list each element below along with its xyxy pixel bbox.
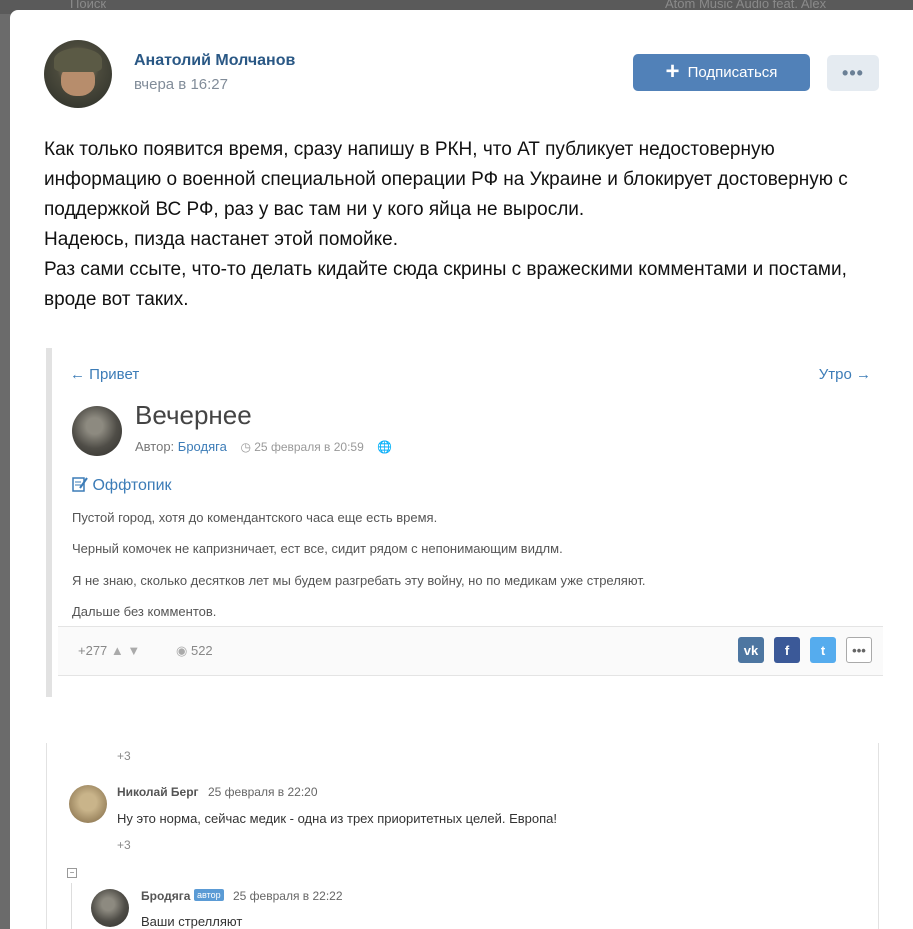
facebook-share-icon: f xyxy=(774,637,800,663)
post-paragraph: Раз сами ссыте, что-то делать кидайте сю… xyxy=(44,259,847,310)
article-author-prefix: Автор: xyxy=(135,439,175,454)
post-author-name[interactable]: Анатолий Молчанов xyxy=(134,52,295,70)
next-post-link: Утро → xyxy=(818,366,871,383)
post-timestamp[interactable]: вчера в 16:27 xyxy=(134,76,228,93)
vk-share-icon: vk xyxy=(738,637,764,663)
article-line: Дальше без комментов. xyxy=(72,604,217,619)
article-line: Я не знаю, сколько десятков лет мы будем… xyxy=(72,573,646,588)
comment-text: Ну это норма, сейчас медик - одна из тре… xyxy=(117,811,557,826)
article-author-avatar xyxy=(72,406,122,456)
subscribe-label: Подписаться xyxy=(687,64,778,81)
post-text: Как только появится время, сразу напишу … xyxy=(44,135,884,315)
article-views-count: 522 xyxy=(190,643,213,658)
comment-avatar xyxy=(69,785,107,823)
article-line: Пустой город, хотя до комендантского час… xyxy=(72,510,438,525)
comment-avatar xyxy=(91,889,129,927)
comment-author: Николай Берг xyxy=(117,785,199,799)
globe-icon: 🌐 xyxy=(377,440,393,454)
plus-icon: + xyxy=(665,57,680,85)
comment-text: Ваши стрелляют xyxy=(141,914,243,929)
article-meta: Автор: Бродяга ◷ 25 февраля в 20:59 🌐 xyxy=(135,439,392,454)
thumbs-up-icon: ▲ xyxy=(110,643,124,658)
article-title: Вечернее xyxy=(135,400,252,430)
article-date: ◷ 25 февраля в 20:59 xyxy=(240,440,364,454)
thread-line xyxy=(71,883,72,929)
post-paragraph: Как только появится время, сразу напишу … xyxy=(44,139,848,220)
article-line: Черный комочек не капризничает, ест все,… xyxy=(72,541,563,556)
comment-score: +3 xyxy=(117,838,131,852)
author-badge: автор xyxy=(194,889,224,901)
article-score: +277 ▲ ▼ xyxy=(78,643,140,658)
article-category-label: Оффтопик xyxy=(92,477,172,494)
comment-date: 25 февраля в 22:20 xyxy=(208,785,318,799)
collapse-thread-icon: − xyxy=(67,868,77,878)
attached-screenshot-article[interactable]: ← Привет Утро → Вечернее Автор: Бродяга … xyxy=(46,348,883,697)
eye-icon: ◉ xyxy=(176,643,188,658)
attached-screenshot-comments[interactable]: +3 Николай Берг 25 февраля в 22:20 Ну эт… xyxy=(46,743,879,929)
author-avatar[interactable] xyxy=(44,40,112,108)
article-views: ◉ 522 xyxy=(176,643,213,659)
article-author: Бродяга xyxy=(177,439,227,454)
article-category: Оффтопик xyxy=(72,476,172,495)
post-paragraph: Надеюсь, пизда настанет этой помойке. xyxy=(44,229,398,250)
comment-date: 25 февраля в 22:22 xyxy=(233,889,343,903)
post-card: Анатолий Молчанов вчера в 16:27 + Подпис… xyxy=(10,10,913,929)
comment-score: +3 xyxy=(117,749,131,763)
twitter-share-icon: t xyxy=(810,637,836,663)
comment-author: Бродяга xyxy=(141,889,191,903)
prev-post-link: ← Привет xyxy=(70,366,140,383)
more-share-icon: ••• xyxy=(846,637,872,663)
thumbs-down-icon: ▼ xyxy=(127,643,141,658)
more-options-button[interactable]: ••• xyxy=(827,55,879,91)
article-footer: +277 ▲ ▼ ◉ 522 vk f t ••• xyxy=(58,626,883,676)
article-score-value: +277 xyxy=(78,643,108,658)
subscribe-button[interactable]: + Подписаться xyxy=(633,54,810,91)
edit-note-icon xyxy=(72,477,88,492)
